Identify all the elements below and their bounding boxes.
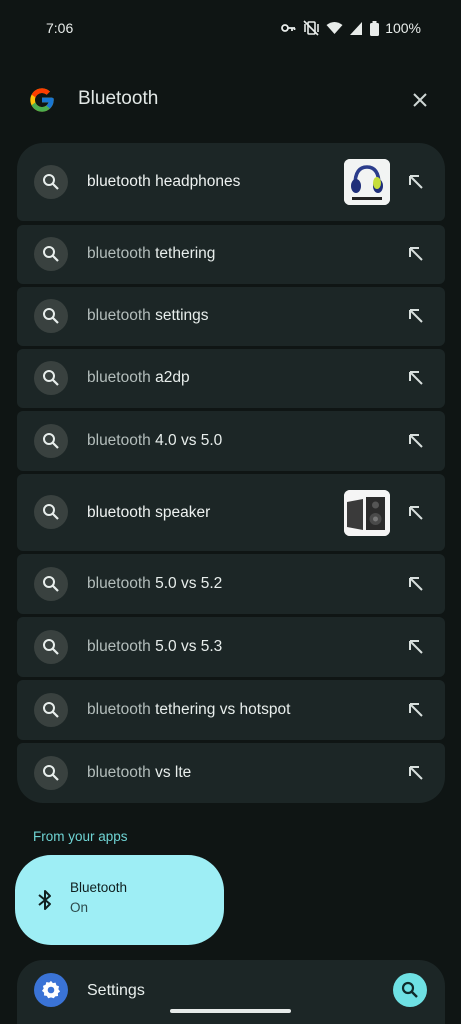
suggestion-completion: tethering <box>155 245 216 262</box>
suggestion-completion: a2dp <box>155 369 190 386</box>
fill-query-arrow-icon[interactable] <box>407 764 425 782</box>
search-icon[interactable] <box>393 973 427 1007</box>
suggestion-item[interactable]: bluetooth a2dp <box>17 349 445 408</box>
suggestion-prefix: bluetooth <box>87 701 156 718</box>
app-card-status: On <box>70 900 89 915</box>
status-bar: 7:06 100% <box>0 0 461 56</box>
suggestion-completion: vs lte <box>155 764 192 781</box>
search-icon <box>34 756 68 790</box>
speaker-image <box>344 490 390 536</box>
headphones-image <box>344 159 390 205</box>
search-icon <box>34 693 68 727</box>
vibrate-off-icon <box>303 20 319 36</box>
suggestion-text: bluetooth vs lte <box>87 764 191 782</box>
google-g-logo <box>30 88 54 112</box>
fill-query-arrow-icon[interactable] <box>407 504 425 522</box>
search-icon <box>34 361 68 395</box>
search-icon <box>34 424 68 458</box>
suggestion-text: bluetooth speaker <box>87 504 211 521</box>
settings-result-row[interactable]: Settings <box>17 960 445 1024</box>
search-icon <box>34 630 68 664</box>
suggestion-item[interactable]: bluetooth tethering vs hotspot <box>17 680 445 740</box>
close-icon[interactable] <box>408 88 432 112</box>
suggestion-item[interactable]: bluetooth settings <box>17 287 445 346</box>
suggestion-text: bluetooth a2dp <box>87 369 190 387</box>
search-icon <box>34 495 68 529</box>
search-icon <box>34 165 68 199</box>
search-icon <box>34 567 68 601</box>
battery-percentage: 100% <box>385 20 421 36</box>
gesture-navigation-bar[interactable] <box>170 1009 291 1013</box>
fill-query-arrow-icon[interactable] <box>407 701 425 719</box>
suggestion-prefix: bluetooth <box>87 369 156 386</box>
fill-query-arrow-icon[interactable] <box>407 245 425 263</box>
status-icons: 100% <box>280 20 421 36</box>
fill-query-arrow-icon[interactable] <box>407 369 425 387</box>
cellular-signal-icon <box>350 21 363 35</box>
suggestion-item[interactable]: bluetooth headphones <box>17 143 445 221</box>
vpn-key-icon <box>281 24 296 32</box>
suggestion-text: bluetooth tethering <box>87 245 215 263</box>
suggestion-completion: 5.0 vs 5.3 <box>155 638 223 655</box>
wifi-icon <box>326 22 343 34</box>
suggestion-prefix: bluetooth <box>87 307 156 324</box>
suggestion-completion: 4.0 vs 5.0 <box>155 432 223 449</box>
fill-query-arrow-icon[interactable] <box>407 173 425 191</box>
suggestion-completion: 5.0 vs 5.2 <box>155 575 223 592</box>
suggestion-item[interactable]: bluetooth 5.0 vs 5.2 <box>17 554 445 614</box>
settings-label: Settings <box>87 982 145 999</box>
bluetooth-icon <box>38 890 51 910</box>
status-time: 7:06 <box>46 20 74 36</box>
fill-query-arrow-icon[interactable] <box>407 575 425 593</box>
gear-icon <box>34 973 68 1007</box>
battery-icon <box>370 20 380 36</box>
search-bar[interactable]: Bluetooth <box>0 80 461 120</box>
suggestion-text: bluetooth settings <box>87 307 209 325</box>
suggestion-prefix: bluetooth <box>87 575 156 592</box>
bluetooth-app-card[interactable]: Bluetooth On <box>15 855 224 945</box>
suggestion-text: bluetooth tethering vs hotspot <box>87 701 290 719</box>
suggestion-prefix: bluetooth <box>87 432 156 449</box>
suggestion-text: bluetooth 4.0 vs 5.0 <box>87 432 222 450</box>
section-header-apps: From your apps <box>33 829 128 844</box>
suggestion-prefix: bluetooth <box>87 245 156 262</box>
suggestion-item[interactable]: bluetooth 5.0 vs 5.3 <box>17 617 445 677</box>
fill-query-arrow-icon[interactable] <box>407 432 425 450</box>
suggestion-text: bluetooth 5.0 vs 5.2 <box>87 575 222 593</box>
suggestion-item[interactable]: bluetooth vs lte <box>17 743 445 803</box>
fill-query-arrow-icon[interactable] <box>407 638 425 656</box>
suggestion-text: bluetooth 5.0 vs 5.3 <box>87 638 222 656</box>
search-icon <box>34 237 68 271</box>
suggestion-completion: tethering vs hotspot <box>155 701 291 718</box>
suggestion-text: bluetooth headphones <box>87 173 241 190</box>
fill-query-arrow-icon[interactable] <box>407 307 425 325</box>
suggestion-item[interactable]: bluetooth 4.0 vs 5.0 <box>17 411 445 471</box>
search-icon <box>34 299 68 333</box>
suggestion-item[interactable]: bluetooth speaker <box>17 474 445 551</box>
search-query[interactable]: Bluetooth <box>78 88 158 110</box>
suggestion-completion: settings <box>155 307 209 324</box>
suggestion-prefix: bluetooth <box>87 638 156 655</box>
suggestion-item[interactable]: bluetooth tethering <box>17 225 445 284</box>
app-card-title: Bluetooth <box>70 880 128 895</box>
suggestion-prefix: bluetooth <box>87 764 156 781</box>
